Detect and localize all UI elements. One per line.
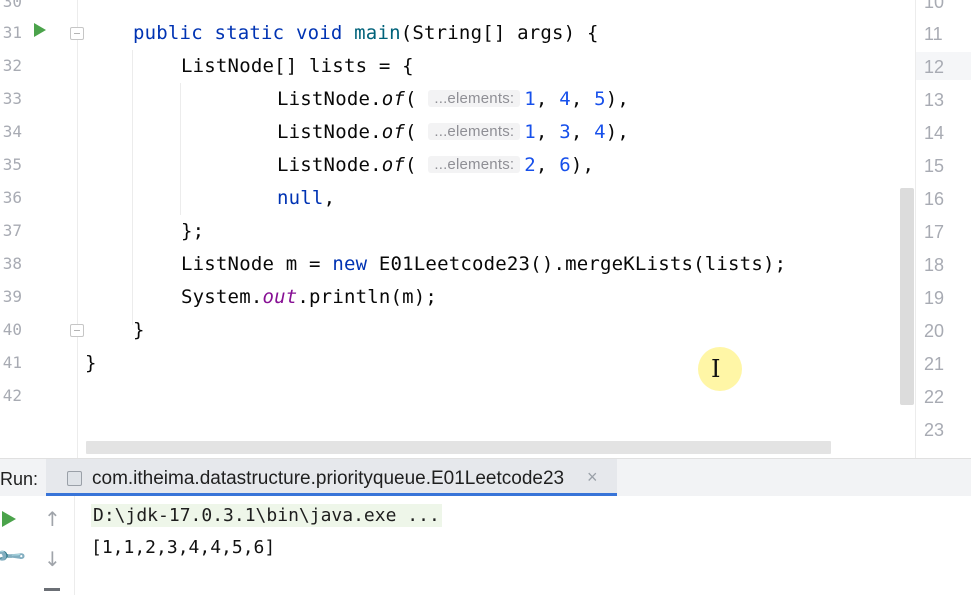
keyword: public	[133, 22, 203, 44]
fold-icon[interactable]	[70, 324, 84, 337]
text-cursor-icon: I	[711, 355, 721, 383]
code-text: (	[405, 154, 417, 176]
line-number: 10	[924, 0, 945, 12]
code-line-37: };	[181, 220, 205, 242]
indent-guide	[180, 83, 181, 215]
console-output[interactable]: D:\jdk-17.0.3.1\bin\java.exe ... [1,1,2,…	[75, 496, 971, 595]
indent-guide	[132, 50, 133, 325]
line-number: 40	[2, 320, 22, 339]
line-number: 31	[2, 23, 22, 42]
parameter-hint: ...elements:	[428, 156, 521, 173]
line-number: 39	[2, 287, 22, 306]
line-number: 37	[2, 221, 22, 240]
secondary-line-gutter: 10 11 12 13 14 15 16 17 18 19 20 21 22 2…	[915, 0, 971, 458]
code-text: (	[405, 121, 417, 143]
code-line-39: System.out.println(m);	[181, 285, 437, 309]
line-number: 42	[2, 386, 22, 405]
minus-icon[interactable]	[44, 588, 60, 591]
run-panel-label: Run:	[0, 469, 39, 489]
number-literal: 2	[524, 154, 536, 176]
code-line-35: ListNode.of( ...elements: 2, 6),	[277, 154, 595, 176]
number-literal: 6	[559, 154, 571, 176]
line-number: 34	[2, 122, 22, 141]
line-number: 14	[924, 123, 945, 143]
close-icon[interactable]: ×	[587, 467, 598, 488]
code-line-36: null,	[277, 187, 336, 209]
console-result-line: [1,1,2,3,4,4,5,6]	[91, 537, 276, 558]
number-literal: 3	[559, 121, 571, 143]
code-text: (String[] args) {	[400, 22, 599, 44]
code-text: ListNode.	[277, 88, 382, 110]
line-number: 38	[2, 254, 22, 273]
number-literal: 5	[594, 88, 606, 110]
code-line-41: }	[85, 352, 97, 374]
line-number: 12	[924, 57, 945, 77]
number-literal: 4	[594, 121, 606, 143]
method-name: of	[381, 121, 406, 143]
line-number: 23	[924, 420, 945, 440]
code-line-38: ListNode m = new E01Leetcode23().mergeKL…	[181, 252, 786, 276]
horizontal-scrollbar[interactable]	[86, 441, 831, 454]
line-number: 16	[924, 189, 945, 209]
keyword: null	[277, 187, 324, 209]
number-literal: 4	[559, 88, 571, 110]
rerun-icon[interactable]	[2, 511, 16, 527]
parameter-hint: ...elements:	[428, 123, 521, 140]
method-name: of	[381, 154, 406, 176]
line-number: 18	[924, 255, 945, 275]
console-tab-icon	[67, 471, 82, 486]
line-number-gutter: 30 31 32 33 34 35 36 37 38 39 40 41 42	[0, 0, 84, 458]
line-number: 19	[924, 288, 945, 308]
line-number: 11	[924, 24, 943, 44]
line-number: 20	[924, 321, 945, 341]
keyword: void	[295, 22, 343, 44]
code-text: ListNode m =	[181, 253, 333, 275]
line-number: 22	[924, 387, 945, 407]
code-text: System.	[181, 286, 263, 308]
line-number: 35	[2, 155, 22, 174]
line-number: 41	[2, 353, 22, 372]
code-text: (	[405, 88, 417, 110]
fold-icon[interactable]	[70, 27, 84, 40]
keyword: static	[214, 22, 285, 44]
line-number: 32	[2, 56, 22, 75]
code-text: ListNode.	[277, 121, 382, 143]
code-editor[interactable]: 30 31 32 33 34 35 36 37 38 39 40 41 42 p…	[0, 0, 971, 458]
keyword: new	[332, 253, 368, 275]
static-field: out	[262, 286, 298, 308]
line-number: 21	[924, 354, 945, 374]
run-gutter-icon[interactable]	[34, 23, 46, 37]
code-line-31: public static void main(String[] args) {	[133, 21, 599, 45]
up-arrow-icon[interactable]: ↑	[44, 507, 61, 531]
code-line-33: ListNode.of( ...elements: 1, 4, 5),	[277, 88, 630, 110]
line-number: 30	[2, 0, 22, 11]
code-line-32: ListNode[] lists = {	[181, 55, 414, 77]
parameter-hint: ...elements:	[428, 90, 521, 107]
number-literal: 1	[524, 88, 536, 110]
line-number: 15	[924, 156, 945, 176]
run-tab-title[interactable]: com.itheima.datastructure.priorityqueue.…	[92, 468, 564, 490]
code-text: E01Leetcode23().mergeKLists(lists);	[367, 253, 787, 275]
code-text: .println(m);	[297, 286, 438, 308]
code-line-40: }	[133, 319, 145, 341]
number-literal: 1	[524, 121, 536, 143]
down-arrow-icon[interactable]: ↓	[44, 547, 61, 571]
code-text: ListNode.	[277, 154, 382, 176]
method-name: of	[381, 88, 406, 110]
run-panel-header: Run: com.itheima.datastructure.priorityq…	[0, 458, 971, 497]
console-command-line: D:\jdk-17.0.3.1\bin\java.exe ...	[91, 504, 442, 527]
vertical-scrollbar[interactable]	[900, 188, 914, 405]
line-number: 17	[924, 222, 945, 242]
method-name: main	[354, 22, 401, 44]
line-number: 36	[2, 188, 22, 207]
line-number: 33	[2, 89, 22, 108]
line-number: 13	[924, 90, 945, 110]
code-line-34: ListNode.of( ...elements: 1, 3, 4),	[277, 121, 630, 143]
